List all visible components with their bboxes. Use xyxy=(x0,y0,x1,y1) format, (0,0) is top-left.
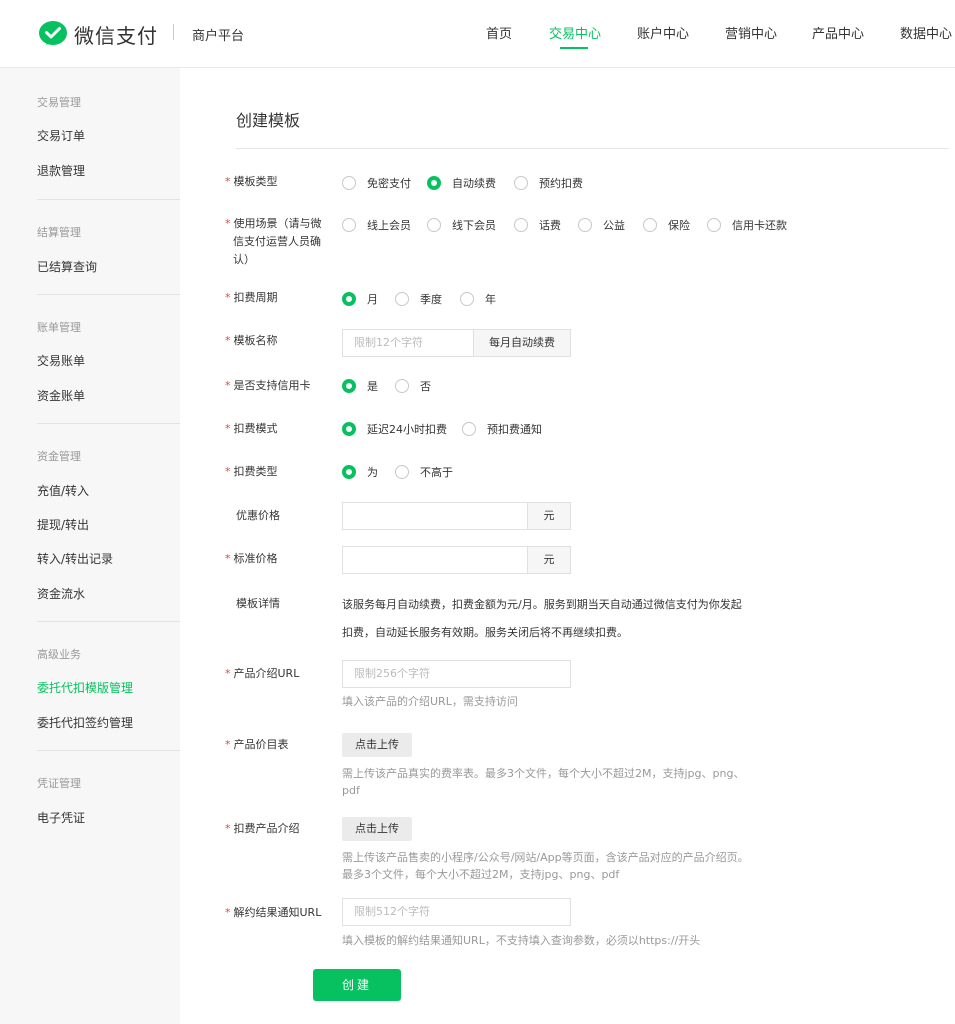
price-list-upload-button[interactable]: 点击上传 xyxy=(342,733,412,757)
detail-line-2: 扣费，自动延长服务有效期。服务关闭后将不再继续扣费。 xyxy=(342,626,628,639)
top-header: 微信支付 商户平台 首页 交易中心 账户中心 营销中心 产品中心 数据中心 xyxy=(0,0,955,68)
title-divider xyxy=(236,148,949,149)
top-nav: 首页 交易中心 账户中心 营销中心 产品中心 数据中心 xyxy=(0,0,955,68)
scene-label: * 使用场景（请与微 信支付运营人员确 认） xyxy=(225,217,322,266)
product-intro-hint-2: 最多3个文件，每个大小不超过2M，支持jpg、png、pdf xyxy=(342,868,620,881)
product-url-input[interactable]: 限制256个字符 xyxy=(342,660,571,688)
sidebar-divider xyxy=(37,750,180,751)
radio-scene-insurance[interactable]: 保险 xyxy=(643,217,690,233)
sidebar-item-fund-flow[interactable]: 资金流水 xyxy=(37,585,85,602)
sidebar-group-title: 高级业务 xyxy=(37,648,81,661)
radio-template-type-scheduled[interactable]: 预约扣费 xyxy=(514,175,583,191)
template-name-label: * 模板名称 xyxy=(225,334,278,347)
radio-scene-charity[interactable]: 公益 xyxy=(578,217,625,233)
sidebar-item-settlement-query[interactable]: 已结算查询 xyxy=(37,258,97,275)
product-intro-hint-1: 需上传该产品售卖的小程序/公众号/网站/App等页面，含该产品对应的产品介绍页。 xyxy=(342,851,749,864)
sidebar-item-recharge[interactable]: 充值/转入 xyxy=(37,482,89,499)
nav-transaction-center[interactable]: 交易中心 xyxy=(549,23,601,42)
credit-card-label: * 是否支持信用卡 xyxy=(225,379,311,392)
product-url-label: * 产品介绍URL xyxy=(225,667,300,680)
radio-period-year[interactable]: 年 xyxy=(460,291,496,307)
detail-line-1: 该服务每月自动续费，扣费金额为元/月。服务到期当天自动通过微信支付为你发起 xyxy=(342,598,742,611)
page-title: 创建模板 xyxy=(236,111,301,130)
cancel-url-label: * 解约结果通知URL xyxy=(225,906,322,919)
template-name-addon: 每月自动续费 xyxy=(474,329,571,357)
nav-marketing-center[interactable]: 营销中心 xyxy=(725,23,777,42)
deduct-type-label: * 扣费类型 xyxy=(225,465,278,478)
sidebar-item-entrust-template[interactable]: 委托代扣模版管理 xyxy=(37,679,133,696)
radio-mode-delay24h[interactable]: 延迟24小时扣费 xyxy=(342,421,447,437)
sidebar-group-title: 账单管理 xyxy=(37,321,81,334)
radio-period-quarter[interactable]: 季度 xyxy=(395,291,442,307)
main-content: 创建模板 * 模板类型 免密支付 自动续费 预约扣费 * 使用场景（请与微 信支付运营… xyxy=(180,68,955,1024)
standard-price-unit: 元 xyxy=(528,546,571,574)
sidebar-item-trade-bill[interactable]: 交易账单 xyxy=(37,352,85,369)
discount-price-unit: 元 xyxy=(528,502,571,530)
radio-fee-type-max[interactable]: 不高于 xyxy=(395,464,453,480)
deduct-mode-label: * 扣费模式 xyxy=(225,422,278,435)
radio-credit-no[interactable]: 否 xyxy=(395,378,431,394)
detail-label: 模板详情 xyxy=(236,597,280,610)
price-list-hint-2: pdf xyxy=(342,784,360,797)
cancel-url-input[interactable]: 限制512个字符 xyxy=(342,898,571,926)
active-nav-indicator xyxy=(560,47,588,49)
cancel-url-hint: 填入模板的解约结果通知URL，不支持填入查询参数，必须以https://开头 xyxy=(342,934,701,947)
radio-scene-offline-member[interactable]: 线下会员 xyxy=(427,217,496,233)
nav-product-center[interactable]: 产品中心 xyxy=(812,23,864,42)
discount-price-label: 优惠价格 xyxy=(236,509,280,522)
sidebar-item-trade-orders[interactable]: 交易订单 xyxy=(37,127,85,144)
sidebar-item-withdraw[interactable]: 提现/转出 xyxy=(37,516,89,533)
price-list-hint-1: 需上传该产品真实的费率表。最多3个文件，每个大小不超过2M，支持jpg、png、 xyxy=(342,767,745,780)
sidebar-divider xyxy=(37,423,180,424)
sidebar-divider xyxy=(37,294,180,295)
sidebar-group-title: 结算管理 xyxy=(37,226,81,239)
period-label: * 扣费周期 xyxy=(225,291,278,304)
radio-scene-phone-bill[interactable]: 话费 xyxy=(514,217,561,233)
sidebar: 交易管理 交易订单 退款管理 结算管理 已结算查询 账单管理 交易账单 资金账单… xyxy=(0,68,180,1024)
nav-data-center[interactable]: 数据中心 xyxy=(900,23,952,42)
nav-home[interactable]: 首页 xyxy=(486,23,512,42)
sidebar-divider xyxy=(37,621,180,622)
template-type-label: * 模板类型 xyxy=(225,175,278,188)
sidebar-item-entrust-contract[interactable]: 委托代扣签约管理 xyxy=(37,714,133,731)
price-list-label: * 产品价目表 xyxy=(225,738,289,751)
radio-credit-yes[interactable]: 是 xyxy=(342,378,378,394)
sidebar-group-title: 凭证管理 xyxy=(37,777,81,790)
standard-price-input[interactable] xyxy=(342,546,528,574)
radio-period-month[interactable]: 月 xyxy=(342,291,378,307)
product-intro-label: * 扣费产品介绍 xyxy=(225,822,300,835)
sidebar-item-fund-bill[interactable]: 资金账单 xyxy=(37,387,85,404)
radio-scene-online-member[interactable]: 线上会员 xyxy=(342,217,411,233)
template-name-input[interactable]: 限制12个字符 xyxy=(342,329,474,357)
nav-account-center[interactable]: 账户中心 xyxy=(637,23,689,42)
radio-template-type-autorenew[interactable]: 自动续费 xyxy=(427,175,496,191)
product-url-hint: 填入该产品的介绍URL，需支持访问 xyxy=(342,695,518,708)
radio-mode-prenotify[interactable]: 预扣费通知 xyxy=(462,421,542,437)
sidebar-divider xyxy=(37,199,180,200)
sidebar-item-transfer-records[interactable]: 转入/转出记录 xyxy=(37,550,113,567)
radio-scene-credit-repay[interactable]: 信用卡还款 xyxy=(707,217,787,233)
discount-price-input[interactable] xyxy=(342,502,528,530)
sidebar-group-title: 交易管理 xyxy=(37,96,81,109)
sidebar-item-e-voucher[interactable]: 电子凭证 xyxy=(37,809,85,826)
standard-price-label: * 标准价格 xyxy=(225,552,278,565)
radio-fee-type-equal[interactable]: 为 xyxy=(342,464,378,480)
create-button[interactable]: 创建 xyxy=(313,969,401,1001)
product-intro-upload-button[interactable]: 点击上传 xyxy=(342,817,412,841)
radio-template-type-nopwd[interactable]: 免密支付 xyxy=(342,175,411,191)
sidebar-item-refunds[interactable]: 退款管理 xyxy=(37,162,85,179)
sidebar-group-title: 资金管理 xyxy=(37,450,81,463)
